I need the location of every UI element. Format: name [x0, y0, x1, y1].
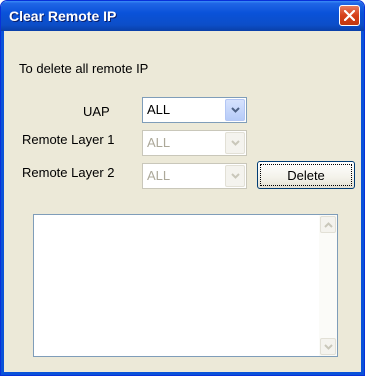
delete-button[interactable]: Delete	[257, 161, 355, 189]
uap-dropdown-button[interactable]	[225, 99, 245, 121]
close-icon	[344, 10, 355, 21]
description-text: To delete all remote IP	[19, 61, 149, 76]
focus-rectangle	[260, 164, 352, 186]
chevron-down-icon	[230, 107, 240, 113]
scroll-down-button[interactable]	[320, 338, 336, 355]
remote-layer-1-label: Remote Layer 1	[22, 132, 115, 147]
chevron-down-icon	[230, 140, 240, 146]
window-frame-right	[361, 31, 364, 375]
window-frame-bottom	[1, 372, 364, 375]
title-bar[interactable]: Clear Remote IP	[1, 1, 364, 31]
window-title: Clear Remote IP	[9, 8, 117, 24]
window-frame-left	[1, 31, 4, 375]
clear-remote-ip-dialog: Clear Remote IP To delete all remote IP …	[0, 0, 365, 376]
remote-layer-1-select-value: ALL	[147, 135, 171, 150]
scroll-up-button[interactable]	[320, 216, 336, 233]
chevron-down-icon	[230, 173, 240, 179]
uap-select[interactable]: ALL	[142, 97, 247, 123]
vertical-scrollbar[interactable]	[319, 215, 337, 356]
close-button[interactable]	[339, 5, 360, 26]
remote-layer-1-select[interactable]: ALL	[142, 130, 247, 156]
output-textarea[interactable]	[33, 214, 338, 357]
chevron-down-icon	[323, 343, 333, 350]
remote-layer-2-select[interactable]: ALL	[142, 163, 247, 189]
remote-layer-2-dropdown-button[interactable]	[225, 165, 245, 187]
remote-layer-1-dropdown-button[interactable]	[225, 132, 245, 154]
chevron-up-icon	[323, 221, 333, 228]
remote-layer-2-label: Remote Layer 2	[22, 165, 115, 180]
remote-layer-2-select-value: ALL	[147, 168, 171, 183]
uap-select-value: ALL	[147, 102, 171, 117]
uap-label: UAP	[83, 104, 110, 119]
